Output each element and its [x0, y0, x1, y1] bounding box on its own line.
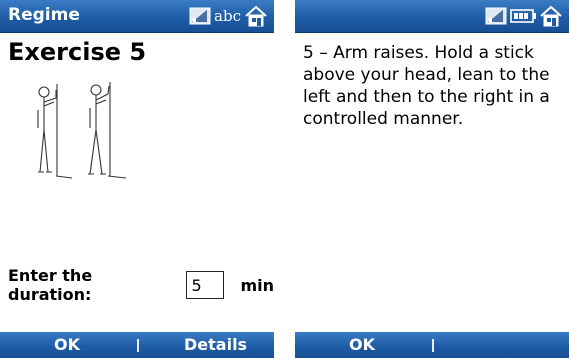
status-icons: abc	[189, 5, 268, 27]
exercise-illustration	[37, 82, 127, 179]
signal-icon	[485, 7, 507, 25]
home-icon	[245, 5, 267, 27]
input-mode-indicator: abc	[214, 7, 241, 25]
home-icon	[540, 5, 562, 27]
details-screen: 5 – Arm raises. Hold a stick above your …	[295, 0, 569, 358]
duration-input[interactable]	[186, 271, 225, 299]
softkey-bar: OK	[295, 332, 569, 358]
exercise-description: 5 – Arm raises. Hold a stick above your …	[303, 43, 550, 129]
ok-softkey[interactable]: OK	[349, 335, 375, 354]
signal-icon	[189, 7, 211, 25]
title-bar	[295, 0, 569, 33]
softkey-bar: OK Details	[0, 332, 274, 358]
duration-unit: min	[240, 275, 274, 295]
ok-softkey[interactable]: OK	[54, 335, 80, 354]
status-icons	[485, 5, 563, 27]
duration-label: Enter the duration:	[8, 266, 93, 304]
softkey-divider	[432, 339, 434, 352]
duration-row: Enter the duration: min	[8, 266, 274, 304]
app-title: Regime	[8, 5, 80, 25]
regime-screen: Regime abc Exercise 5 Enter the duration…	[0, 0, 274, 358]
exercise-title: Exercise 5	[8, 38, 147, 66]
details-softkey[interactable]: Details	[184, 335, 247, 354]
softkey-divider	[137, 339, 139, 352]
title-bar: Regime abc	[0, 0, 274, 33]
battery-icon	[510, 9, 536, 23]
